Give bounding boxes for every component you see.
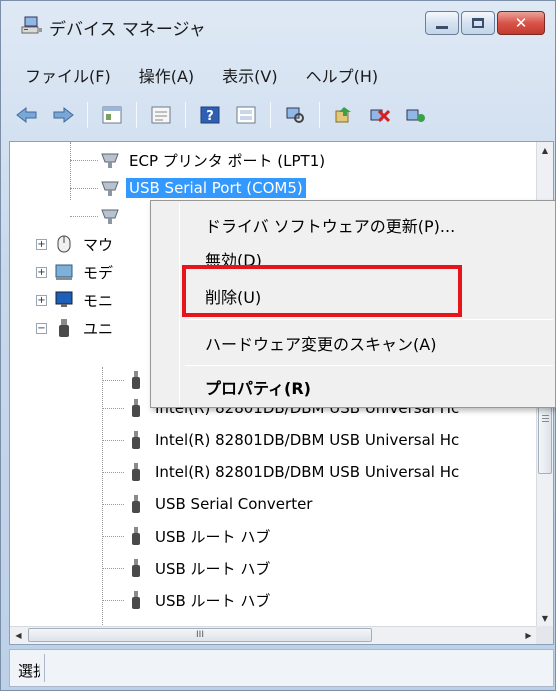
tree-item-intel-usb-2[interactable]: Intel(R) 82801DB/DBM USB Universal Hc xyxy=(126,426,462,454)
scan-hardware-icon[interactable] xyxy=(282,103,308,127)
maximize-icon xyxy=(472,18,484,28)
tree-item-ecp-port[interactable]: ECP プリンタ ポート (LPT1) xyxy=(100,146,328,174)
back-arrow-icon[interactable] xyxy=(14,103,40,127)
title-bar[interactable]: デバイス マネージャ ✕ xyxy=(1,1,556,51)
tree-line xyxy=(102,380,124,381)
tree-line xyxy=(102,472,124,473)
close-icon: ✕ xyxy=(514,13,528,32)
enable-device-icon[interactable] xyxy=(403,103,429,127)
window-title: デバイス マネージャ xyxy=(49,20,206,40)
toolbar: ? xyxy=(9,95,549,135)
modem-icon xyxy=(54,262,74,282)
minimize-button[interactable] xyxy=(425,11,459,35)
tree-line xyxy=(102,408,124,409)
menu-view[interactable]: 表示(V) xyxy=(208,57,291,87)
context-menu-separator xyxy=(185,365,553,366)
menu-file[interactable]: ファイル(F) xyxy=(9,57,125,87)
tree-category-mouse[interactable]: マウ xyxy=(54,230,116,258)
status-text: 選択 xyxy=(18,662,40,680)
usb-icon xyxy=(126,590,146,610)
tree-item-usb-serial-converter[interactable]: USB Serial Converter xyxy=(126,490,315,518)
device-manager-icon xyxy=(21,15,43,35)
menu-bar: ファイル(F) 操作(A) 表示(V) ヘルプ(H) xyxy=(9,57,392,87)
scroll-down-icon[interactable]: ▼ xyxy=(537,610,553,627)
forward-arrow-icon[interactable] xyxy=(50,103,76,127)
usb-icon xyxy=(126,494,146,514)
maximize-button[interactable] xyxy=(461,11,495,35)
tree-line xyxy=(70,188,98,189)
tree-line xyxy=(102,536,124,537)
uninstall-icon[interactable] xyxy=(367,103,393,127)
tree-category-monitor[interactable]: モニ xyxy=(54,286,116,314)
tree-line xyxy=(102,440,124,441)
usb-icon xyxy=(126,430,146,450)
properties-icon[interactable] xyxy=(99,103,125,127)
usb-icon xyxy=(126,558,146,578)
tree-line xyxy=(102,600,124,601)
port-icon xyxy=(100,178,120,198)
toolbar-separator xyxy=(270,102,271,128)
context-item-update-driver[interactable]: ドライバ ソフトウェアの更新(P)... xyxy=(205,213,455,237)
tree-item-port[interactable] xyxy=(100,202,132,230)
scroll-grip-label: III xyxy=(196,630,204,640)
toolbar-separator xyxy=(185,102,186,128)
tree-line xyxy=(70,142,71,200)
context-menu-gutter xyxy=(179,203,180,405)
collapse-usb-toggle[interactable]: − xyxy=(36,323,47,334)
scroll-right-icon[interactable]: ▶ xyxy=(520,627,537,644)
tree-category-modem[interactable]: モデ xyxy=(54,258,116,286)
monitor-icon xyxy=(54,290,74,310)
port-icon xyxy=(100,150,120,170)
expand-modem-toggle[interactable]: + xyxy=(36,267,47,278)
status-divider xyxy=(44,654,45,682)
horizontal-scroll-thumb[interactable]: III xyxy=(28,628,372,642)
menu-help[interactable]: ヘルプ(H) xyxy=(292,57,393,87)
usb-icon xyxy=(126,398,146,418)
close-button[interactable]: ✕ xyxy=(497,11,545,35)
scroll-left-icon[interactable]: ◀ xyxy=(10,627,27,644)
usb-icon xyxy=(126,526,146,546)
tree-item-intel-usb-3[interactable]: Intel(R) 82801DB/DBM USB Universal Hc xyxy=(126,458,462,486)
tree-line xyxy=(70,160,98,161)
tree-item-usb-root-hub-1[interactable]: USB ルート ハブ xyxy=(126,522,273,550)
grip-line xyxy=(542,421,549,422)
context-item-scan-hardware[interactable]: ハードウェア変更のスキャン(A) xyxy=(205,331,436,355)
toolbar-separator xyxy=(87,102,88,128)
scrollbar-corner xyxy=(536,626,553,644)
status-bar: 選択 xyxy=(9,649,554,687)
context-menu-separator xyxy=(185,319,553,320)
usb-icon xyxy=(126,370,146,390)
tree-line xyxy=(70,216,98,217)
mouse-icon xyxy=(54,234,74,254)
tree-line xyxy=(102,504,124,505)
update-icon[interactable] xyxy=(331,103,357,127)
tree-item-usb-root-hub-3[interactable]: USB ルート ハブ xyxy=(126,586,273,614)
usb-controller-icon xyxy=(54,318,74,338)
help-icon[interactable]: ? xyxy=(197,103,223,127)
tree-item-usb-root-hub-2[interactable]: USB ルート ハブ xyxy=(126,554,273,582)
expand-mouse-toggle[interactable]: + xyxy=(36,239,47,250)
menu-action[interactable]: 操作(A) xyxy=(125,57,208,87)
scroll-up-icon[interactable]: ▲ xyxy=(537,142,553,159)
annotation-highlight-box xyxy=(182,265,462,317)
usb-icon xyxy=(126,462,146,482)
svg-text:?: ? xyxy=(206,109,214,124)
tree-item-usb-serial-port[interactable]: USB Serial Port (COM5) xyxy=(100,174,306,202)
grip-line xyxy=(542,415,549,416)
tree-category-usb-controllers[interactable]: ユニ xyxy=(54,314,116,342)
port-icon xyxy=(100,206,120,226)
toolbar-separator xyxy=(136,102,137,128)
grip-line xyxy=(542,418,549,419)
expand-monitor-toggle[interactable]: + xyxy=(36,295,47,306)
toolbar-separator xyxy=(319,102,320,128)
device-view-icon[interactable] xyxy=(148,103,174,127)
context-item-properties[interactable]: プロパティ(R) xyxy=(205,375,311,399)
update-driver-icon[interactable] xyxy=(233,103,259,127)
tree-line xyxy=(102,568,124,569)
minimize-icon xyxy=(436,25,448,29)
horizontal-scrollbar[interactable]: ◀ III ▶ xyxy=(10,626,537,644)
